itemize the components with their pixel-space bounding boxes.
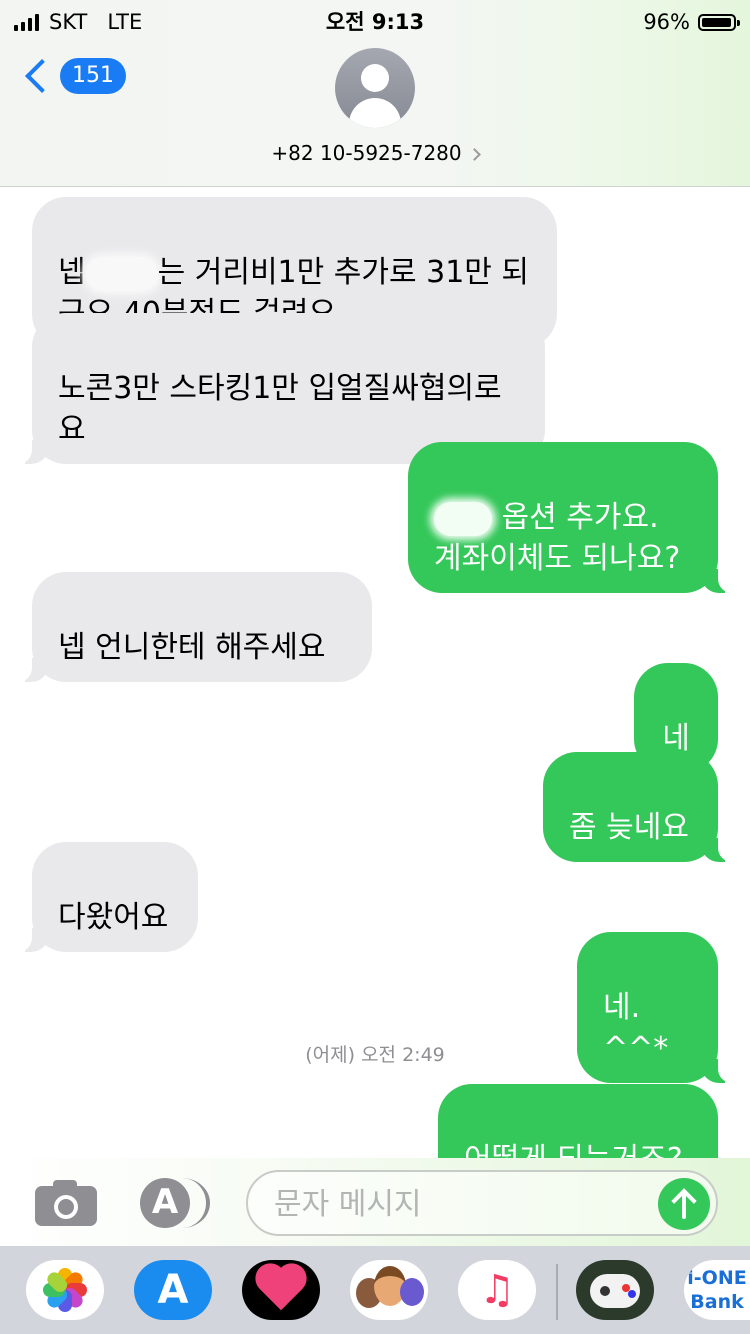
- message-text: 넵 언니한테 해주세요: [58, 630, 326, 665]
- redacted-text: [85, 256, 158, 291]
- battery-percent: 96%: [643, 10, 690, 34]
- chevron-right-icon: [467, 148, 481, 161]
- message-timestamp: (어제) 오전 2:49: [305, 1044, 445, 1066]
- memoji-icon[interactable]: [350, 1260, 428, 1320]
- status-battery: 96%: [643, 8, 740, 36]
- message-text: 좀 늦네요: [569, 810, 689, 845]
- chevron-left-icon: [25, 59, 59, 93]
- app-store-icon[interactable]: A: [140, 1178, 212, 1228]
- compose-bar: A: [0, 1158, 750, 1246]
- music-icon[interactable]: ♫: [458, 1260, 536, 1320]
- back-button[interactable]: 151: [22, 58, 126, 94]
- battery-icon: [698, 13, 740, 31]
- message-outgoing[interactable]: 옵션 추가요. 계좌이체도 되나요?: [408, 442, 734, 593]
- dock-separator: [556, 1264, 558, 1320]
- photos-icon[interactable]: [26, 1260, 104, 1320]
- digital-touch-icon[interactable]: [242, 1260, 320, 1320]
- send-arrow-icon[interactable]: [658, 1178, 710, 1230]
- bank-app-icon[interactable]: i-ONE Bank: [684, 1260, 750, 1320]
- contact-details-link[interactable]: +82 10-5925-7280: [0, 140, 750, 166]
- message-incoming[interactable]: 넵 언니한테 해주세요: [16, 572, 372, 682]
- contact-number: +82 10-5925-7280: [271, 141, 462, 165]
- game-icon[interactable]: [576, 1260, 654, 1320]
- message-incoming[interactable]: 다왔어요: [16, 842, 198, 952]
- app-drawer: A ♫ i-ONE Bank: [0, 1246, 750, 1334]
- message-outgoing[interactable]: 좀 늦네요: [543, 752, 734, 862]
- message-text: 네: [662, 721, 690, 756]
- unread-count-badge: 151: [60, 58, 126, 94]
- conversation-header: SKT LTE 오전 9:13 96% 151 +82 10-5925-7280: [0, 0, 750, 187]
- message-input[interactable]: [272, 1172, 646, 1236]
- message-field: [246, 1170, 718, 1236]
- redacted-text: [434, 501, 492, 536]
- camera-icon[interactable]: [35, 1178, 97, 1226]
- status-time: 오전 9:13: [325, 10, 425, 34]
- message-text: 넵: [58, 255, 86, 290]
- contact-avatar[interactable]: [335, 48, 415, 128]
- app-store-drawer-icon[interactable]: A: [134, 1260, 212, 1320]
- message-text: 다왔어요: [58, 900, 169, 935]
- message-text: 노콘3만 스타킹1만 입얼질싸협의로 요: [58, 371, 502, 447]
